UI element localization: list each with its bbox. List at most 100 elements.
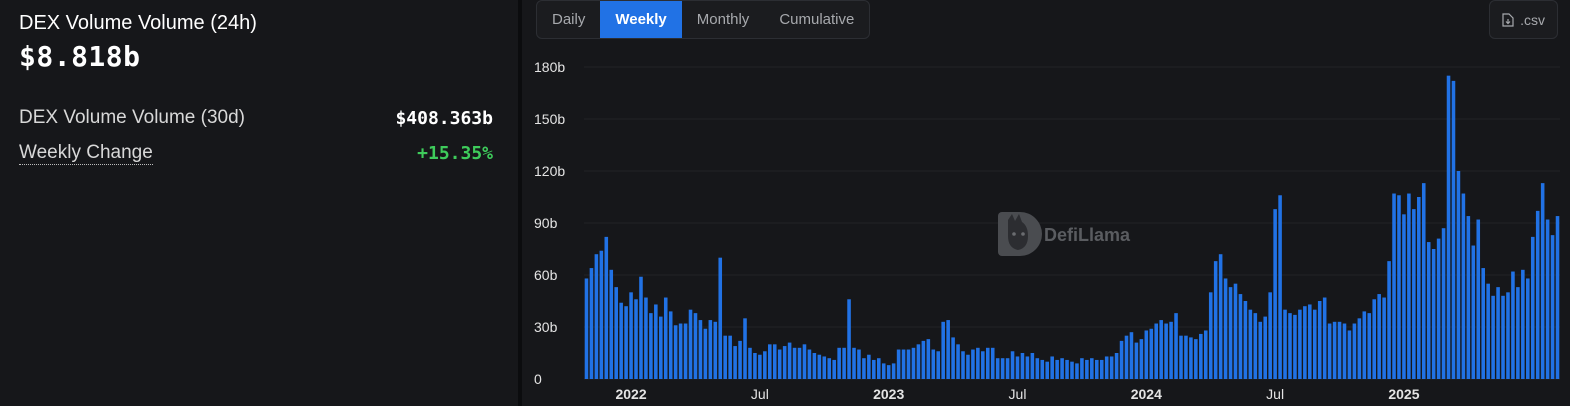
volume-bar[interactable] — [1352, 323, 1357, 379]
volume-bar[interactable] — [946, 320, 950, 379]
tab-cumulative[interactable]: Cumulative — [764, 1, 869, 38]
volume-bar[interactable] — [1342, 323, 1347, 379]
volume-bar[interactable] — [1129, 332, 1134, 379]
volume-bar[interactable] — [1382, 297, 1386, 379]
volume-bar[interactable] — [1020, 353, 1025, 379]
volume-bar[interactable] — [639, 276, 643, 379]
volume-bar[interactable] — [1535, 210, 1540, 379]
volume-bar[interactable] — [758, 354, 762, 379]
volume-bar[interactable] — [1526, 278, 1530, 379]
volume-bar[interactable] — [1248, 309, 1253, 379]
volume-bar[interactable] — [1085, 359, 1089, 379]
volume-bar[interactable] — [644, 297, 648, 379]
volume-bar[interactable] — [1144, 330, 1149, 379]
volume-bar[interactable] — [1090, 358, 1094, 379]
volume-bar[interactable] — [985, 347, 990, 379]
volume-bar[interactable] — [1372, 299, 1376, 379]
volume-bar[interactable] — [738, 340, 742, 379]
volume-bar[interactable] — [1199, 333, 1203, 379]
volume-bar[interactable] — [881, 363, 886, 379]
volume-bar[interactable] — [1243, 301, 1248, 379]
volume-bar[interactable] — [1045, 361, 1050, 379]
volume-bar[interactable] — [1134, 342, 1139, 379]
volume-bar[interactable] — [604, 236, 609, 379]
volume-bar[interactable] — [668, 311, 673, 379]
volume-bar[interactable] — [1362, 311, 1367, 379]
volume-bar[interactable] — [1288, 313, 1292, 379]
volume-bar[interactable] — [1308, 304, 1312, 379]
volume-bar[interactable] — [1050, 356, 1054, 379]
volume-bar[interactable] — [976, 347, 980, 379]
volume-bar[interactable] — [797, 347, 802, 379]
volume-bar[interactable] — [926, 339, 931, 379]
volume-bar[interactable] — [599, 250, 604, 379]
volume-bar[interactable] — [852, 347, 856, 379]
volume-bar[interactable] — [678, 323, 683, 379]
volume-bar[interactable] — [1387, 261, 1391, 379]
volume-bar[interactable] — [842, 347, 846, 379]
volume-bar[interactable] — [906, 349, 911, 379]
volume-bar[interactable] — [966, 354, 970, 379]
volume-bar[interactable] — [1550, 235, 1555, 379]
volume-bar[interactable] — [956, 344, 960, 379]
volume-bar[interactable] — [1402, 214, 1406, 379]
volume-bar[interactable] — [1080, 358, 1084, 379]
volume-bar[interactable] — [1312, 309, 1317, 379]
volume-bar[interactable] — [698, 320, 703, 379]
volume-bar[interactable] — [1035, 358, 1040, 379]
volume-bar[interactable] — [1184, 335, 1188, 379]
volume-bar[interactable] — [812, 353, 817, 379]
volume-bar[interactable] — [1099, 359, 1104, 379]
volume-bar[interactable] — [1233, 283, 1238, 379]
volume-bar[interactable] — [1486, 283, 1490, 379]
volume-bar[interactable] — [862, 358, 866, 379]
volume-bar[interactable] — [1174, 313, 1178, 379]
volume-bar[interactable] — [594, 254, 599, 379]
volume-bar[interactable] — [1451, 80, 1456, 380]
volume-bar[interactable] — [753, 353, 757, 379]
volume-bar[interactable] — [1104, 356, 1109, 379]
volume-bar[interactable] — [1357, 318, 1362, 379]
volume-bar[interactable] — [1476, 219, 1481, 379]
volume-bar[interactable] — [792, 347, 797, 379]
volume-bar[interactable] — [1501, 295, 1505, 379]
volume-bar[interactable] — [659, 316, 663, 379]
volume-bar[interactable] — [891, 363, 896, 379]
volume-bar[interactable] — [896, 349, 901, 379]
volume-bar[interactable] — [708, 320, 713, 379]
volume-bar[interactable] — [728, 335, 732, 379]
volume-bar[interactable] — [1223, 278, 1228, 379]
volume-bar[interactable] — [772, 344, 777, 379]
volume-bar[interactable] — [1179, 335, 1183, 379]
volume-bar[interactable] — [802, 344, 807, 379]
volume-bar[interactable] — [1392, 193, 1396, 379]
volume-bar[interactable] — [1431, 249, 1436, 379]
volume-bar[interactable] — [1303, 306, 1307, 379]
volume-bar[interactable] — [1417, 197, 1421, 379]
volume-bar[interactable] — [629, 292, 633, 379]
volume-bar[interactable] — [936, 351, 941, 379]
volume-bar[interactable] — [1540, 183, 1545, 379]
volume-bar[interactable] — [1327, 323, 1332, 379]
volume-bar[interactable] — [1124, 335, 1129, 379]
volume-bar[interactable] — [1293, 314, 1297, 379]
volume-bar[interactable] — [654, 304, 658, 379]
volume-bar[interactable] — [1407, 193, 1411, 379]
volume-bar[interactable] — [1377, 294, 1381, 379]
volume-bar[interactable] — [589, 268, 594, 379]
volume-bar[interactable] — [634, 299, 638, 379]
volume-bar[interactable] — [1094, 359, 1099, 379]
volume-bar[interactable] — [901, 349, 906, 379]
volume-bar[interactable] — [673, 325, 678, 379]
volume-bar[interactable] — [1521, 269, 1525, 379]
volume-bar[interactable] — [1263, 316, 1267, 379]
volume-bar[interactable] — [743, 318, 747, 379]
volume-bar[interactable] — [1530, 236, 1535, 379]
volume-bar[interactable] — [748, 347, 752, 379]
volume-bar[interactable] — [683, 323, 688, 379]
volume-bar[interactable] — [832, 359, 836, 379]
volume-bar[interactable] — [1466, 216, 1471, 379]
volume-bar[interactable] — [1055, 359, 1059, 379]
volume-bar[interactable] — [1015, 356, 1020, 379]
volume-bar[interactable] — [1075, 363, 1079, 379]
